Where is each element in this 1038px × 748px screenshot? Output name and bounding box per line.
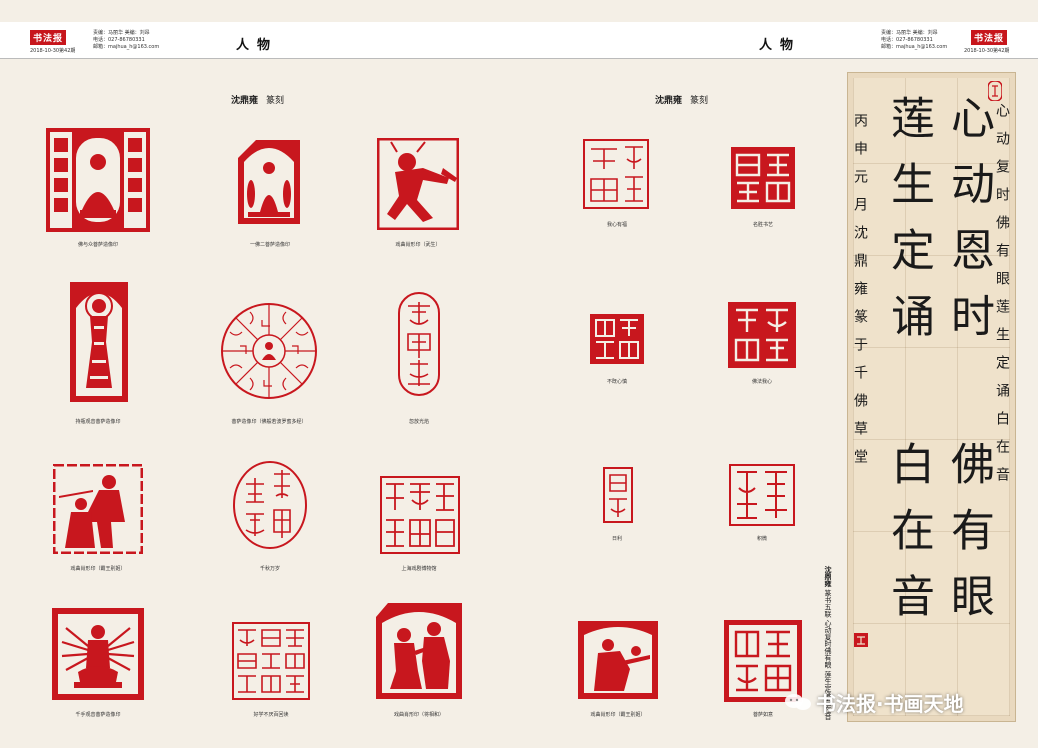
seal-buddha-two-bodhisattvas [238, 140, 300, 224]
category: 篆刻 [266, 96, 285, 106]
seal-caption: 积微 [756, 536, 768, 542]
issue-line: 2018-10-30第42期 [30, 48, 76, 54]
calligraphy-column-1: 心动恩时 [943, 95, 994, 359]
seal-caption: 好学不厌百回读 [253, 712, 289, 718]
seal-fofa-woxin [728, 302, 796, 368]
seal-caption: 不既心慎 [606, 379, 628, 385]
seal-caption: 持瓶观音菩萨造像印 [75, 419, 121, 425]
seal-caption: 千手观音菩萨造像印 [75, 712, 121, 718]
seal-qianqiu-wansui [233, 461, 307, 549]
calligraphy-scroll: 心动复时佛有眼莲生定诵白在音 心动恩时 佛有眼 莲生定诵 白在音 丙申元月沈鼎雍… [847, 72, 1016, 722]
section-title: 人物 [759, 38, 802, 53]
seal-buji-xinshen [590, 314, 644, 364]
credit-editor: 责编：马丽华 美编：刘昂 [93, 30, 150, 36]
scroll-bottom-seal [854, 633, 868, 647]
seal-caption: 一佛二菩萨造像印 [249, 242, 291, 248]
seal-caption: 戏曲肖形印（霸王别姬） [590, 712, 646, 718]
calligraphy-signature: 丙申元月沈鼎雍篆于千佛草堂 [852, 113, 868, 477]
logo: 书法报 [971, 30, 1008, 45]
seal-caption: 菩萨造像印（佛般若波罗蜜多经） [231, 419, 307, 425]
seal-caption: 上海戏剧博物馆 [401, 566, 437, 572]
seal-mingsheng-shuyi [731, 147, 795, 209]
seal-caption: 千秋万岁 [259, 566, 281, 572]
left-page-title: 沈鼎雍 篆刻 [231, 93, 284, 106]
seal-caption: 忽放光焰 [408, 419, 430, 425]
seal-caption: 戏曲肖形印（武生） [395, 242, 441, 248]
category: 篆刻 [690, 96, 709, 106]
right-header-bar: 人物 责编：马丽华 美编：刘昂 电话：027-86780331 邮箱：majhu… [519, 22, 1038, 59]
seal-opera-warrior [377, 138, 459, 230]
wechat-icon [785, 694, 811, 710]
seal-woxin-youfu [583, 139, 649, 209]
left-header-bar: 书法报 2018-10-30第42期 责编：马丽华 美编：刘昂 电话：027-8… [0, 22, 519, 59]
seal-guanyin-vase [70, 282, 128, 402]
credits: 责编：马丽华 美编：刘昂 电话：027-86780331 邮箱：majhua_h… [881, 30, 947, 51]
seal-rili [603, 467, 633, 523]
credit-phone: 电话：027-86780331 [881, 37, 933, 43]
seal-caption: 佛法我心 [751, 379, 773, 385]
calligraphy-column-2: 莲生定诵 [883, 95, 934, 359]
seal-caption: 菩萨如意 [752, 712, 774, 718]
credit-editor: 责编：马丽华 美编：刘昂 [881, 30, 938, 36]
credits: 责编：马丽华 美编：刘昂 电话：027-86780331 邮箱：majhua_h… [93, 30, 159, 51]
logo: 书法报 [30, 30, 67, 45]
right-page-title: 沈鼎雍 篆刻 [655, 93, 708, 106]
calligraphy-column-3: 佛有眼 [943, 441, 994, 639]
credit-email: 邮箱：majhua_h@163.com [93, 44, 160, 50]
credit-phone: 电话：027-86780331 [93, 37, 145, 43]
seal-thousand-hand-guanyin [52, 608, 144, 700]
seal-caption: 戏曲肖形印（将相和） [393, 712, 445, 718]
seal-opera-farewell-concubine [53, 464, 143, 554]
seal-bodhisattva-circular-sutra [221, 303, 317, 399]
calligraphy-column-4: 白在音 [883, 441, 934, 639]
seal-opera-jiang-xiang-he [376, 603, 462, 699]
issue-line: 2018-10-30第42期 [964, 48, 1010, 54]
seal-haoxue-buyan [232, 622, 310, 700]
scroll-top-seal [988, 81, 1002, 101]
seal-jiwei [729, 464, 795, 526]
credit-email: 邮箱：majhua_h@163.com [881, 44, 948, 50]
seal-shanghai-opera-museum [380, 476, 460, 554]
watermark: 书法报·书画天地 [816, 692, 964, 716]
seal-caption: 日利 [611, 536, 623, 542]
seal-caption: 名胜书艺 [752, 222, 774, 228]
seal-caption: 戏曲肖形印（霸王别姬） [70, 566, 126, 572]
artist-name: 沈鼎雍 [655, 96, 683, 106]
artist-name: 沈鼎雍 [231, 96, 259, 106]
seal-oval-script [398, 292, 440, 396]
section-title: 人物 [236, 38, 279, 53]
seal-caption: 佛与众菩萨造像印 [77, 242, 119, 248]
caption-artist: 沈鼎雍 [824, 566, 832, 587]
caption-title: 篆书五联 [824, 589, 832, 618]
seal-pusa-ruyi [724, 620, 802, 702]
seal-opera-farewell-concubine-2 [578, 621, 658, 699]
seal-caption: 我心有福 [606, 222, 628, 228]
seal-buddha-bodhisattvas [46, 128, 150, 232]
